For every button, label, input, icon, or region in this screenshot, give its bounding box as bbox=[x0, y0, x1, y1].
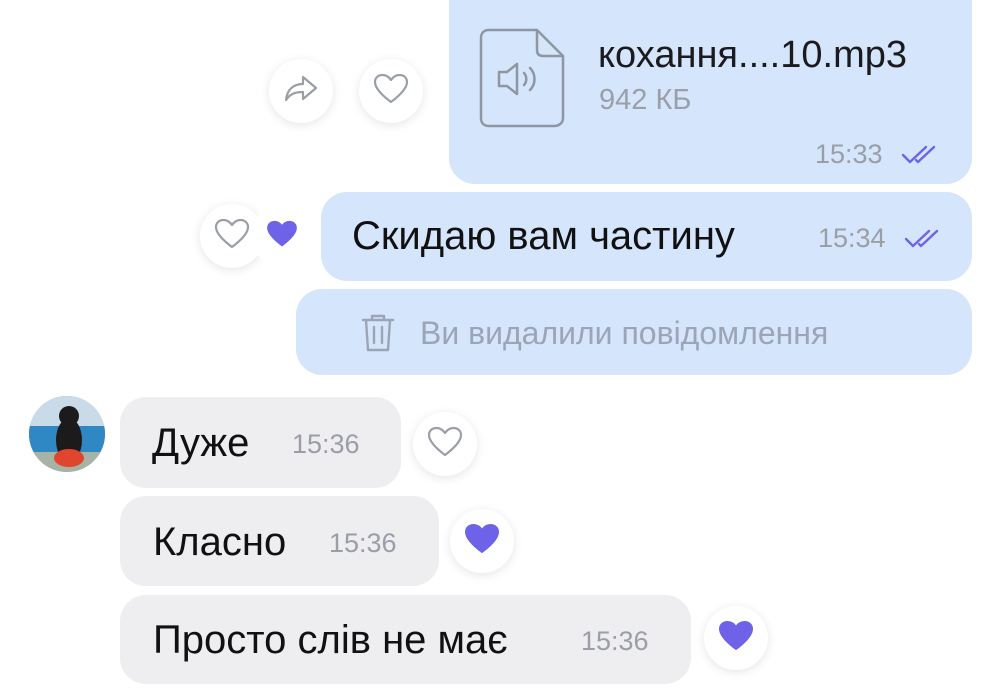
trash-icon bbox=[360, 313, 396, 358]
reaction-badge[interactable] bbox=[252, 204, 312, 268]
message-text: Класно bbox=[153, 520, 287, 564]
audio-file-icon[interactable] bbox=[479, 28, 565, 133]
message-time: 15:33 bbox=[815, 139, 883, 169]
message-time: 15:36 bbox=[292, 429, 360, 459]
heart-filled-icon bbox=[718, 620, 754, 657]
message-text: Скидаю вам частину bbox=[352, 214, 735, 258]
read-checkmarks-icon bbox=[901, 145, 945, 170]
deleted-message-text: Ви видалили повідомлення bbox=[420, 315, 829, 351]
heart-outline-icon bbox=[373, 73, 409, 110]
incoming-message-bubble[interactable]: Дуже 15:36 bbox=[120, 397, 401, 488]
file-size: 942 КБ bbox=[599, 84, 692, 116]
read-checkmarks-icon bbox=[904, 229, 948, 254]
reaction-badge[interactable] bbox=[704, 606, 768, 670]
message-time: 15:36 bbox=[329, 528, 397, 558]
heart-filled-icon bbox=[266, 220, 298, 253]
incoming-message-bubble[interactable]: Класно 15:36 bbox=[120, 496, 439, 586]
heart-outline-icon bbox=[427, 426, 463, 463]
like-button[interactable] bbox=[413, 412, 477, 476]
message-text: Просто слів не має bbox=[153, 618, 508, 662]
file-message-bubble[interactable]: кохання....10.mp3 942 КБ 15:33 bbox=[449, 0, 972, 184]
reaction-badge[interactable] bbox=[450, 509, 514, 573]
file-name: кохання....10.mp3 bbox=[598, 34, 907, 76]
message-time: 15:34 bbox=[818, 223, 886, 253]
heart-filled-icon bbox=[464, 523, 500, 560]
message-time: 15:36 bbox=[581, 626, 649, 656]
forward-icon bbox=[283, 74, 319, 109]
incoming-message-bubble[interactable]: Просто слів не має 15:36 bbox=[120, 595, 691, 684]
deleted-message-bubble[interactable]: Ви видалили повідомлення bbox=[296, 289, 972, 375]
heart-outline-icon bbox=[214, 218, 250, 255]
like-button[interactable] bbox=[359, 59, 423, 123]
avatar[interactable] bbox=[29, 396, 105, 472]
text-message-bubble[interactable]: Скидаю вам частину 15:34 bbox=[321, 192, 972, 281]
message-text: Дуже bbox=[152, 421, 250, 465]
forward-button[interactable] bbox=[269, 59, 333, 123]
